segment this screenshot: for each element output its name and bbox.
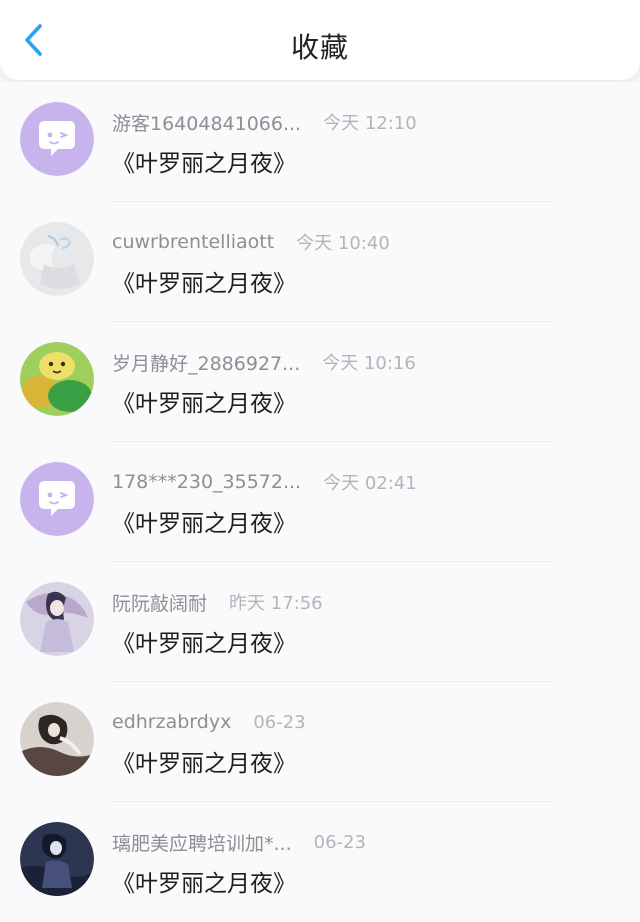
avatar[interactable] <box>20 342 94 416</box>
list-item[interactable]: cuwrbrentelliaott 今天 10:40 《叶罗丽之月夜》 <box>0 202 640 322</box>
username[interactable]: cuwrbrentelliaott <box>112 231 274 253</box>
favorite-title[interactable]: 《叶罗丽之月夜》 <box>112 624 296 658</box>
username[interactable]: 阮阮敲阔耐 <box>112 589 207 616</box>
avatar[interactable] <box>20 222 94 296</box>
list-item[interactable]: 阮阮敲阔耐 昨天 17:56 《叶罗丽之月夜》 <box>0 562 640 682</box>
timestamp: 今天 12:10 <box>323 113 417 134</box>
list-item[interactable]: 游客16404841066... 今天 12:10 《叶罗丽之月夜》 <box>0 82 640 202</box>
avatar[interactable] <box>20 102 94 176</box>
timestamp: 昨天 17:56 <box>229 593 323 614</box>
favorite-title[interactable]: 《叶罗丽之月夜》 <box>112 384 296 418</box>
timestamp: 今天 02:41 <box>323 473 417 494</box>
username[interactable]: edhrzabrdyx <box>112 711 231 733</box>
favorite-title[interactable]: 《叶罗丽之月夜》 <box>112 744 296 778</box>
avatar[interactable] <box>20 702 94 776</box>
photo-avatar-icon <box>20 342 94 416</box>
timestamp: 06-23 <box>253 711 306 733</box>
timestamp: 今天 10:16 <box>322 353 416 374</box>
username[interactable]: 游客16404841066... <box>112 109 301 136</box>
username[interactable]: 岁月静好_2886927... <box>112 349 300 376</box>
username[interactable]: 178***230_35572... <box>112 471 301 493</box>
list-item[interactable]: 璃肥美应聘培训加*... 06-23 《叶罗丽之月夜》 <box>0 802 640 922</box>
favorite-title[interactable]: 《叶罗丽之月夜》 <box>112 504 296 538</box>
top-bar: 收藏 <box>0 0 640 80</box>
photo-avatar-icon <box>20 222 94 296</box>
favorite-title[interactable]: 《叶罗丽之月夜》 <box>112 864 296 898</box>
photo-avatar-icon <box>20 582 94 656</box>
default-chat-avatar-icon <box>20 462 94 536</box>
favorite-title[interactable]: 《叶罗丽之月夜》 <box>112 144 296 178</box>
page-title: 收藏 <box>290 31 349 64</box>
list-item[interactable]: 178***230_35572... 今天 02:41 《叶罗丽之月夜》 <box>0 442 640 562</box>
favorite-title[interactable]: 《叶罗丽之月夜》 <box>112 264 296 298</box>
avatar[interactable] <box>20 822 94 896</box>
avatar[interactable] <box>20 582 94 656</box>
avatar[interactable] <box>20 462 94 536</box>
default-chat-avatar-icon <box>20 102 94 176</box>
timestamp: 今天 10:40 <box>296 233 390 254</box>
list-item[interactable]: 岁月静好_2886927... 今天 10:16 《叶罗丽之月夜》 <box>0 322 640 442</box>
favorites-list: 游客16404841066... 今天 12:10 《叶罗丽之月夜》 cuwrb… <box>0 82 640 922</box>
timestamp: 06-23 <box>313 831 366 853</box>
photo-avatar-icon <box>20 822 94 896</box>
list-item[interactable]: edhrzabrdyx 06-23 《叶罗丽之月夜》 <box>0 682 640 802</box>
username[interactable]: 璃肥美应聘培训加*... <box>112 829 292 856</box>
photo-avatar-icon <box>20 702 94 776</box>
